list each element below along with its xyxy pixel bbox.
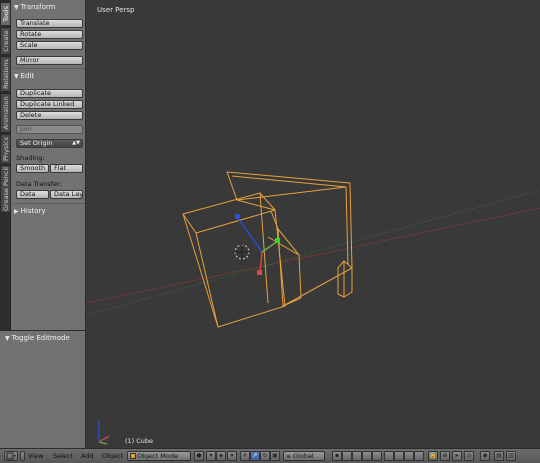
mirror-button[interactable]: Mirror [16,56,83,65]
panel-divider [12,203,85,204]
gizmo-x-axis [259,251,263,274]
tool-shelf-tabs: Tools Create Relations Animation Physics… [0,0,11,330]
pivot-point-icon[interactable]: ◈ [216,451,226,461]
translate-manipulator-icon[interactable]: ↗ [250,451,260,461]
duplicate-button[interactable]: Duplicate [16,89,83,98]
rotate-manipulator-icon[interactable]: ↻ [260,451,270,461]
header-collapse-button[interactable] [20,451,25,461]
layer-5-icon[interactable] [372,451,382,461]
3d-viewport[interactable] [87,0,540,448]
orientation-dropdown[interactable]: ≡ Global [283,451,325,461]
shading-label: Shading: [16,154,45,162]
menu-view[interactable]: View [28,452,43,460]
gizmo-z-handle[interactable] [235,214,240,219]
tab-animation[interactable]: Animation [0,93,11,133]
menu-object[interactable]: Object [102,452,123,460]
layer-6-icon[interactable] [384,451,394,461]
shading-dropdown-icon[interactable]: ▾ [206,451,216,461]
updown-arrow-icon: ▲▼ [72,140,80,146]
mesh-leg [337,260,353,298]
data-transfer-label: Data Transfer: [16,180,62,188]
tab-create[interactable]: Create [0,27,11,55]
pivot-dropdown-icon[interactable]: ▾ [227,451,237,461]
editor-type-icon [6,452,16,460]
set-origin-dropdown[interactable]: Set Origin ▲▼ [16,139,83,148]
menu-add[interactable]: Add [81,452,94,460]
operator-panel: ▼ Toggle Editmode [0,330,86,448]
object-mode-icon [130,453,136,459]
layer-7-icon[interactable] [394,451,404,461]
lock-layers-icon[interactable]: 🔒 [428,451,438,461]
tab-physics[interactable]: Physics [0,134,11,164]
gizmo-x-handle[interactable] [257,270,262,275]
view-axis-x [98,435,110,443]
scale-button[interactable]: Scale [16,41,83,50]
layer-1-icon[interactable]: ▪ [332,451,342,461]
history-panel-header[interactable]: ▶ History [14,206,46,216]
mode-dropdown[interactable]: Object Mode [127,451,191,461]
transform-panel-header[interactable]: ▼ Transform [14,2,55,12]
snap-element-icon[interactable]: ▸ [452,451,462,461]
layer-2-icon[interactable] [342,451,352,461]
layer-4-icon[interactable] [362,451,372,461]
panel-divider [12,68,85,69]
proportional-edit-icon[interactable]: ◎ [464,451,474,461]
smooth-button[interactable]: Smooth [16,164,49,173]
scale-manipulator-icon[interactable]: ▣ [270,451,280,461]
duplicate-linked-button[interactable]: Duplicate Linked [16,100,83,109]
layer-3-icon[interactable] [352,451,362,461]
cube-wireframe[interactable] [182,171,353,328]
3d-cursor-icon[interactable] [233,243,251,261]
join-button[interactable]: Join [16,125,83,134]
collapse-triangle-icon: ▼ [14,4,19,11]
mesh-back-block [226,171,353,307]
collapse-triangle-icon: ▼ [5,335,10,342]
delete-button[interactable]: Delete [16,111,83,120]
editor-type-button[interactable] [4,451,18,461]
tool-shelf: ▼ Transform Translate Rotate Scale Mirror… [11,0,86,330]
tab-grease-pencil[interactable]: Grease Pencil [0,165,11,213]
snap-toggle-icon[interactable]: ⊕ [440,451,450,461]
view-axes-icon [98,420,110,445]
opengl-render-icon[interactable]: ▤ [494,451,504,461]
flat-button[interactable]: Flat [50,164,83,173]
orientation-icon: ≡ [286,453,292,460]
active-object-label: (1) Cube [125,437,154,445]
operator-panel-header[interactable]: ▼ Toggle Editmode [5,333,70,343]
render-preview-icon[interactable]: ◉ [480,451,490,461]
opengl-animation-icon[interactable]: ▥ [506,451,516,461]
mesh-step-edge [267,236,300,256]
expand-triangle-icon: ▶ [14,208,19,215]
menu-select[interactable]: Select [53,452,73,460]
mesh-front-left [182,209,286,328]
layer-9-icon[interactable] [414,451,424,461]
viewport-shading-icon[interactable]: ● [194,451,204,461]
manipulator-toggle-icon[interactable]: ✛ [240,451,250,461]
tab-relations[interactable]: Relations [0,56,11,92]
edit-panel-header[interactable]: ▼ Edit [14,71,34,81]
data-button[interactable]: Data [16,190,49,199]
view-perspective-label: User Persp [97,6,135,14]
layer-8-icon[interactable] [404,451,414,461]
collapse-triangle-icon: ▼ [14,73,19,80]
mesh-edge [236,186,347,201]
viewport-header: View Select Add Object Object Mode ● ▾ ◈… [0,448,540,463]
viewport-canvas [87,171,540,445]
y-axis-line [87,189,540,316]
translate-button[interactable]: Translate [16,19,83,28]
data-layout-button[interactable]: Data Layo [50,190,83,199]
gizmo-y-handle[interactable] [275,238,280,243]
view-axis-y [98,441,108,445]
rotate-button[interactable]: Rotate [16,30,83,39]
tab-tools[interactable]: Tools [0,2,11,26]
